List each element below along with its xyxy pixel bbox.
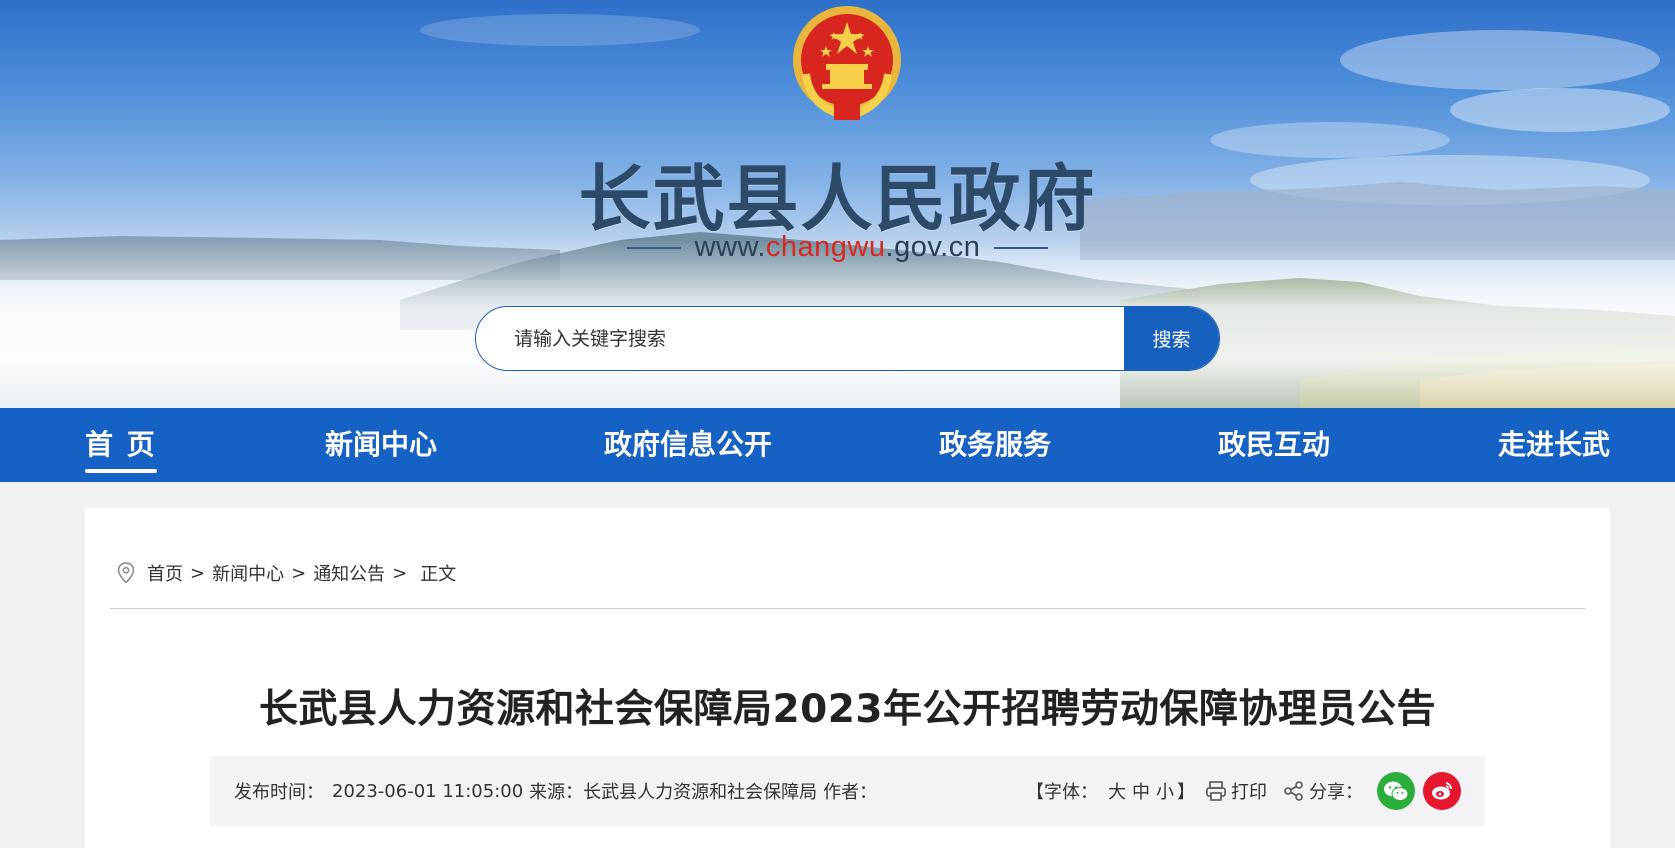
breadcrumb-current: 正文 <box>420 564 457 585</box>
share-label: 分享： <box>1309 782 1363 803</box>
share-group: 分享： <box>1283 772 1461 810</box>
nav-item-gov-info[interactable]: 政府信息公开 <box>604 408 772 482</box>
source-value: 长武县人力资源和社会保障局 <box>583 782 818 803</box>
search-button[interactable]: 搜索 <box>1124 307 1219 370</box>
breadcrumb-notices[interactable]: 通知公告 <box>313 560 385 586</box>
url-decor-line-right <box>994 246 1049 249</box>
nav-item-interaction[interactable]: 政民互动 <box>1218 408 1330 482</box>
wechat-share-button[interactable] <box>1377 772 1415 810</box>
breadcrumb-separator: > <box>392 562 408 584</box>
share-icon <box>1284 781 1303 801</box>
nav-item-about[interactable]: 走进长武 <box>1498 408 1610 482</box>
search-bar: 搜索 <box>475 306 1220 371</box>
font-size-large[interactable]: 大 <box>1108 778 1126 804</box>
font-size-medium[interactable]: 中 <box>1132 778 1150 804</box>
print-button[interactable]: 打印 <box>1205 778 1267 804</box>
breadcrumb-divider <box>110 608 1585 609</box>
breadcrumb-separator: > <box>291 562 307 584</box>
header-banner: 长武县人民政府 www.changwu.gov.cn 搜索 <box>0 0 1675 408</box>
content-card: 首页 > 新闻中心 > 通知公告 > 正文 长武县人力资源和社会保障局2023年… <box>85 508 1610 848</box>
nav-item-news[interactable]: 新闻中心 <box>325 408 437 482</box>
url-decor-line-left <box>626 246 681 249</box>
author-label: 作者： <box>823 782 878 803</box>
main-nav: 首 页 新闻中心 政府信息公开 政务服务 政民互动 走进长武 <box>0 408 1675 482</box>
wechat-icon <box>1384 781 1409 801</box>
breadcrumb: 首页 > 新闻中心 > 通知公告 > 正文 <box>117 560 456 586</box>
printer-icon <box>1206 781 1226 801</box>
source-label: 来源： <box>529 782 584 803</box>
article-title: 长武县人力资源和社会保障局2023年公开招聘劳动保障协理员公告 <box>258 687 1437 732</box>
breadcrumb-home[interactable]: 首页 <box>147 560 183 586</box>
site-url-text: www.changwu.gov.cn <box>694 231 981 263</box>
font-size-close: 】 <box>1177 782 1195 803</box>
national-emblem <box>793 6 901 121</box>
nav-item-services[interactable]: 政务服务 <box>939 408 1051 482</box>
breadcrumb-news[interactable]: 新闻中心 <box>212 560 284 586</box>
weibo-icon <box>1432 782 1452 800</box>
article-meta-bar: 发布时间： 2023-06-01 11:05:00 来源： 长武县人力资源和社会… <box>210 756 1485 826</box>
site-url: www.changwu.gov.cn <box>0 231 1675 264</box>
publish-time: 2023-06-01 11:05:00 <box>332 780 524 802</box>
font-size-small[interactable]: 小 <box>1156 778 1174 804</box>
weibo-share-button[interactable] <box>1423 772 1461 810</box>
publish-time-label: 发布时间： <box>234 782 324 803</box>
search-input[interactable] <box>476 307 1124 370</box>
breadcrumb-separator: > <box>190 562 206 584</box>
font-size-open: 【字体： <box>1026 782 1098 803</box>
site-title: 长武县人民政府 <box>578 156 1097 241</box>
location-pin-icon <box>117 562 135 584</box>
article-tools: 【字体： 大 中 小 】 打印 分享： <box>1026 756 1461 826</box>
print-label: 打印 <box>1231 782 1267 803</box>
nav-item-home[interactable]: 首 页 <box>85 408 157 482</box>
